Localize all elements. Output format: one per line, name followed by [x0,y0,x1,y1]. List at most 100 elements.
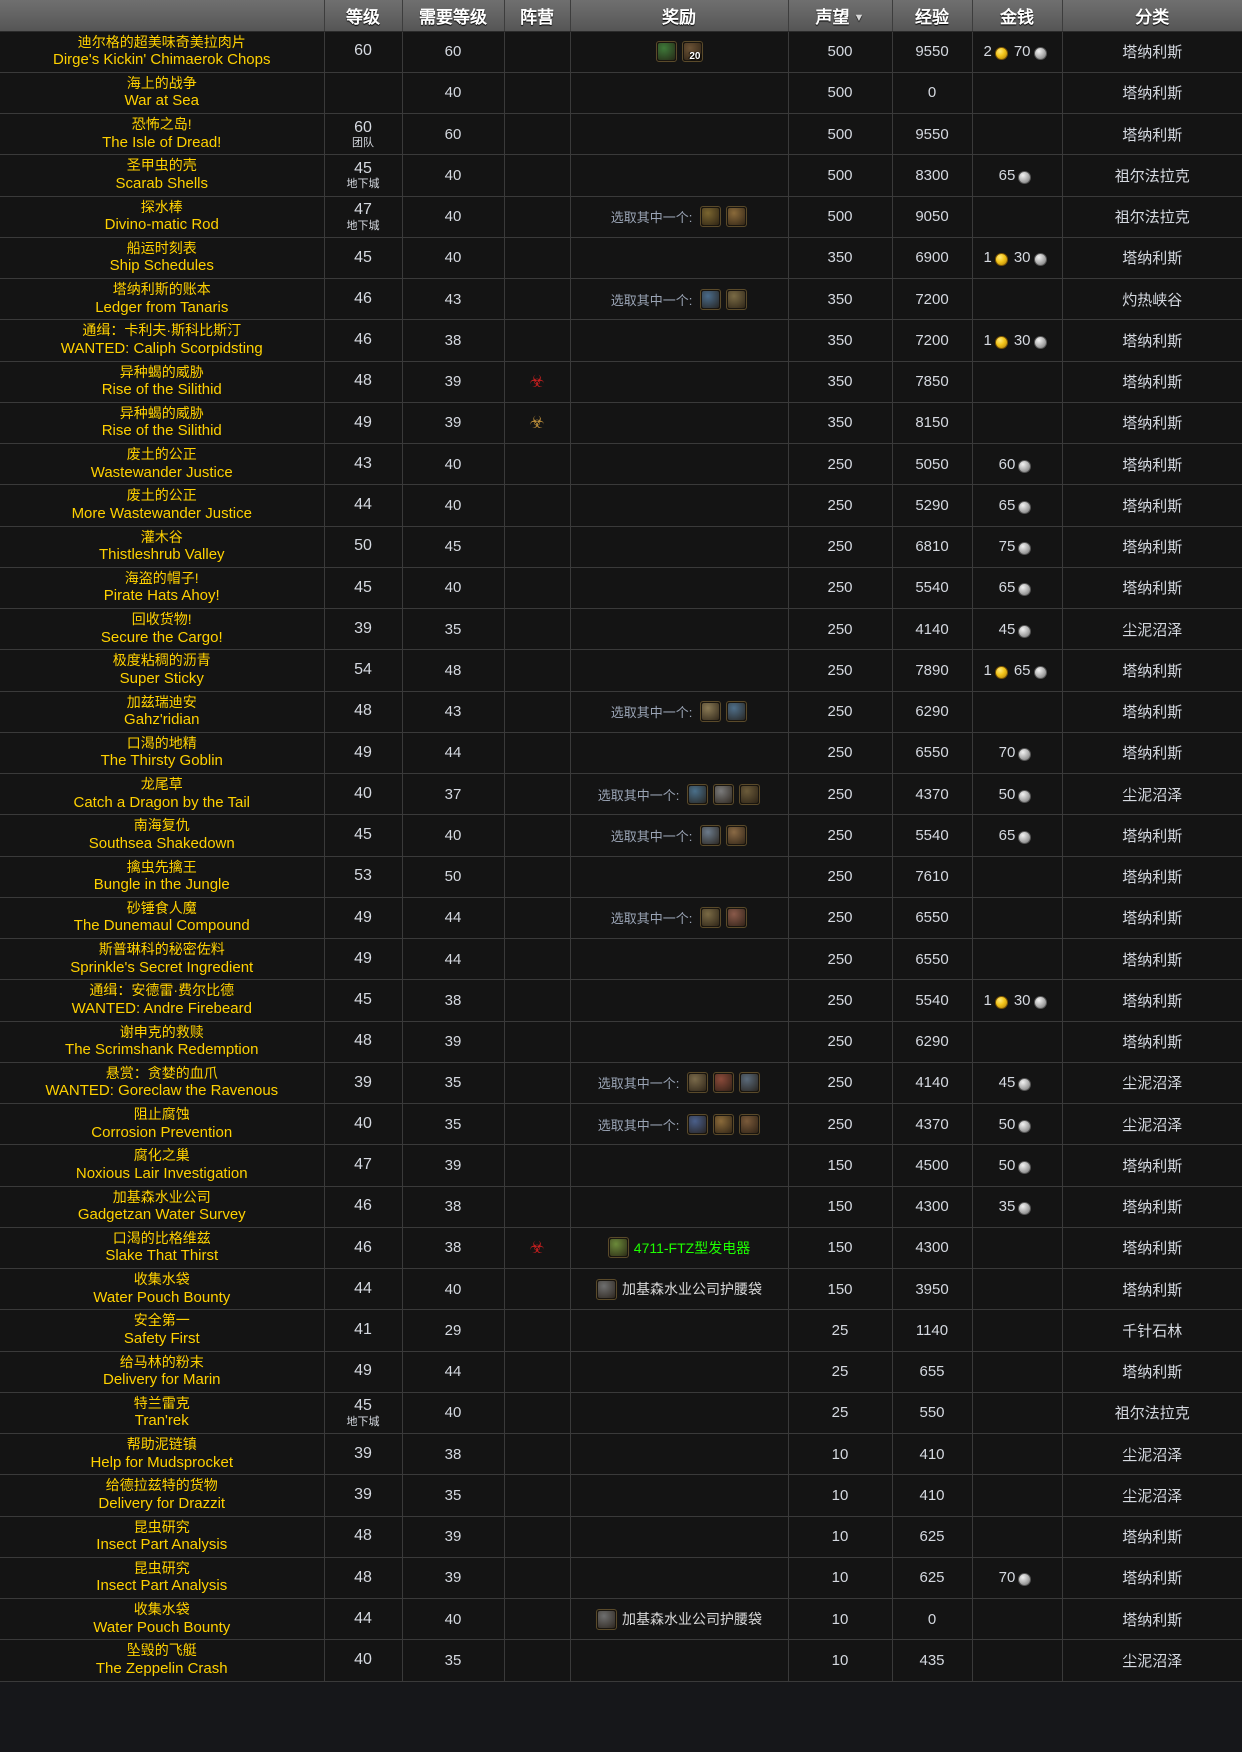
quest-name-cell[interactable]: 海上的战争 War at Sea [0,72,325,115]
reward-item-icon[interactable] [713,783,735,805]
table-row[interactable]: 斯普琳科的秘密佐料 Sprinkle's Secret Ingredient 49 4… [0,938,1242,981]
quest-name-cell[interactable]: 海盗的帽子! Pirate Hats Ahoy! [0,567,325,610]
table-row[interactable]: 给德拉兹特的货物 Delivery for Drazzit 39 35 10 410 尘泥沼… [0,1474,1242,1517]
quest-category-cell[interactable]: 塔纳利斯 [1062,1557,1242,1600]
reward-item-icon[interactable] [687,783,709,805]
quest-category-cell[interactable]: 塔纳利斯 [1062,938,1242,981]
table-row[interactable]: 回收货物! Secure the Cargo! 39 35 250 4140 45 尘泥沼泽 [0,608,1242,651]
table-row[interactable]: 龙尾草 Catch a Dragon by the Tail 40 37 选取其中一个:… [0,773,1242,816]
quest-name-cell[interactable]: 龙尾草 Catch a Dragon by the Tail [0,773,325,816]
quest-category-cell[interactable]: 塔纳利斯 [1062,732,1242,775]
reward-item-icon[interactable] [700,824,722,846]
reward-item-icon[interactable] [655,41,677,63]
quest-name-cell[interactable]: 回收货物! Secure the Cargo! [0,608,325,651]
quest-category-cell[interactable]: 尘泥沼泽 [1062,608,1242,651]
table-row[interactable]: 船运时刻表 Ship Schedules 45 40 350 6900 1 30 塔纳利斯 [0,237,1242,280]
quest-category-cell[interactable]: 尘泥沼泽 [1062,1639,1242,1682]
quest-category-cell[interactable]: 塔纳利斯 [1062,113,1242,156]
reward-item-icon[interactable] [713,1113,735,1135]
quest-category-cell[interactable]: 塔纳利斯 [1062,1144,1242,1187]
column-header-level[interactable]: 等级 [324,0,403,32]
quest-name-cell[interactable]: 口渴的地精 The Thirsty Goblin [0,732,325,775]
quest-category-cell[interactable]: 塔纳利斯 [1062,1268,1242,1311]
quest-category-cell[interactable]: 尘泥沼泽 [1062,1103,1242,1146]
table-row[interactable]: 加兹瑞迪安 Gahz'ridian 48 43 选取其中一个: 250 6290 塔纳利斯 [0,691,1242,733]
quest-name-cell[interactable]: 异种蝎的威胁 Rise of the Silithid [0,361,325,403]
quest-category-cell[interactable]: 塔纳利斯 [1062,856,1242,898]
quest-name-cell[interactable]: 帮助泥链镇 Help for Mudsprocket [0,1433,325,1476]
reward-item-icon[interactable] [713,1072,735,1094]
table-row[interactable]: 异种蝎的威胁 Rise of the Silithid 48 39 ☣ 350 7850 塔纳… [0,361,1242,403]
quest-name-cell[interactable]: 异种蝎的威胁 Rise of the Silithid [0,402,325,445]
table-row[interactable]: 腐化之巢 Noxious Lair Investigation 47 39 150 450… [0,1144,1242,1187]
quest-category-cell[interactable]: 尘泥沼泽 [1062,773,1242,816]
reward-item-icon[interactable] [739,1113,761,1135]
quest-category-cell[interactable]: 塔纳利斯 [1062,567,1242,610]
quest-name-cell[interactable]: 废土的公正 More Wastewander Justice [0,484,325,527]
table-row[interactable]: 谢申克的救赎 The Scrimshank Redemption 48 39 250 62… [0,1021,1242,1063]
quest-name-cell[interactable]: 坠毁的飞艇 The Zeppelin Crash [0,1639,325,1682]
quest-category-cell[interactable]: 塔纳利斯 [1062,237,1242,280]
quest-name-cell[interactable]: 灌木谷 Thistleshrub Valley [0,526,325,568]
table-row[interactable]: 口渴的地精 The Thirsty Goblin 49 44 250 6550 70 塔纳利斯 [0,732,1242,775]
quest-category-cell[interactable]: 塔纳利斯 [1062,691,1242,733]
table-row[interactable]: 给马林的粉末 Delivery for Marin 49 44 25 655 塔纳利斯 [0,1351,1242,1393]
table-row[interactable]: 悬赏：贪婪的血爪 WANTED: Goreclaw the Ravenous 39 3… [0,1062,1242,1105]
quest-name-cell[interactable]: 给马林的粉末 Delivery for Marin [0,1351,325,1393]
table-row[interactable]: 海盗的帽子! Pirate Hats Ahoy! 45 40 250 5540 65 塔纳利斯 [0,567,1242,610]
quest-category-cell[interactable]: 灼热峡谷 [1062,278,1242,321]
quest-name-cell[interactable]: 昆虫研究 Insect Part Analysis [0,1557,325,1600]
table-row[interactable]: 擒虫先擒王 Bungle in the Jungle 53 50 250 7610 塔纳利斯 [0,856,1242,898]
quest-name-cell[interactable]: 塔纳利斯的账本 Ledger from Tanaris [0,278,325,321]
table-row[interactable]: 南海复仇 Southsea Shakedown 45 40 选取其中一个: 250 5540… [0,814,1242,857]
quest-category-cell[interactable]: 尘泥沼泽 [1062,1062,1242,1105]
reward-item-icon[interactable]: 20 [681,41,703,63]
quest-category-cell[interactable]: 塔纳利斯 [1062,443,1242,486]
quest-name-cell[interactable]: 废土的公正 Wastewander Justice [0,443,325,486]
quest-name-cell[interactable]: 昆虫研究 Insect Part Analysis [0,1516,325,1558]
quest-name-cell[interactable]: 加基森水业公司 Gadgetzan Water Survey [0,1186,325,1228]
quest-name-cell[interactable]: 迪尔格的超美味奇美拉肉片 Dirge's Kickin' Chimaerok Ch… [0,31,325,73]
table-row[interactable]: 坠毁的飞艇 The Zeppelin Crash 40 35 10 435 尘泥沼泽 [0,1639,1242,1682]
column-header-faction[interactable]: 阵营 [504,0,571,32]
reward-item-icon[interactable] [739,1072,761,1094]
table-row[interactable]: 通缉：卡利夫·斯科比斯汀 WANTED: Caliph Scorpidsting 4… [0,319,1242,362]
quest-name-cell[interactable]: 通缉：安德雷·费尔比德 WANTED: Andre Firebeard [0,979,325,1022]
table-row[interactable]: 口渴的比格维兹 Slake That Thirst 46 38 ☣ 4711-FTZ型发电… [0,1227,1242,1270]
table-row[interactable]: 昆虫研究 Insect Part Analysis 48 39 10 625 70 塔纳利斯 [0,1557,1242,1600]
quest-name-cell[interactable]: 探水棒 Divino-matic Rod [0,196,325,238]
quest-name-cell[interactable]: 船运时刻表 Ship Schedules [0,237,325,280]
quest-category-cell[interactable]: 塔纳利斯 [1062,402,1242,445]
quest-category-cell[interactable]: 塔纳利斯 [1062,319,1242,362]
reward-item-icon[interactable] [700,206,722,228]
reward-item-icon[interactable] [700,907,722,929]
table-row[interactable]: 灌木谷 Thistleshrub Valley 50 45 250 6810 75 塔纳利斯 [0,526,1242,568]
quest-name-cell[interactable]: 砂锤食人魔 The Dunemaul Compound [0,897,325,940]
quest-category-cell[interactable]: 塔纳利斯 [1062,361,1242,403]
quest-category-cell[interactable]: 塔纳利斯 [1062,1351,1242,1393]
quest-category-cell[interactable]: 祖尔法拉克 [1062,154,1242,197]
table-row[interactable]: 昆虫研究 Insect Part Analysis 48 39 10 625 塔纳利斯 [0,1516,1242,1558]
reward-item-icon[interactable] [700,701,722,723]
column-header-reputation[interactable]: 声望 ▼ [788,0,893,32]
column-header-experience[interactable]: 经验 [892,0,973,32]
reward-item-icon[interactable] [687,1072,709,1094]
quest-name-cell[interactable]: 通缉：卡利夫·斯科比斯汀 WANTED: Caliph Scorpidsting [0,319,325,362]
quest-name-cell[interactable]: 收集水袋 Water Pouch Bounty [0,1598,325,1641]
quest-name-cell[interactable]: 腐化之巢 Noxious Lair Investigation [0,1144,325,1187]
table-row[interactable]: 探水棒 Divino-matic Rod 47 地下城 40 选取其中一个: 500 9050… [0,196,1242,238]
quest-category-cell[interactable]: 塔纳利斯 [1062,649,1242,692]
quest-category-cell[interactable]: 千针石林 [1062,1309,1242,1352]
quest-name-cell[interactable]: 恐怖之岛! The Isle of Dread! [0,113,325,156]
quest-category-cell[interactable]: 塔纳利斯 [1062,1021,1242,1063]
quest-name-cell[interactable]: 谢申克的救赎 The Scrimshank Redemption [0,1021,325,1063]
quest-category-cell[interactable]: 塔纳利斯 [1062,1516,1242,1558]
quest-name-cell[interactable]: 斯普琳科的秘密佐料 Sprinkle's Secret Ingredient [0,938,325,981]
reward-item-name[interactable]: 加基森水业公司护腰袋 [622,1279,762,1299]
reward-item-name[interactable]: 4711-FTZ型发电器 [634,1238,750,1258]
quest-category-cell[interactable]: 塔纳利斯 [1062,31,1242,73]
column-header-category[interactable]: 分类 [1062,0,1242,32]
reward-item-icon[interactable] [739,783,761,805]
quest-category-cell[interactable]: 祖尔法拉克 [1062,196,1242,238]
quest-name-cell[interactable]: 特兰雷克 Tran'rek [0,1392,325,1435]
